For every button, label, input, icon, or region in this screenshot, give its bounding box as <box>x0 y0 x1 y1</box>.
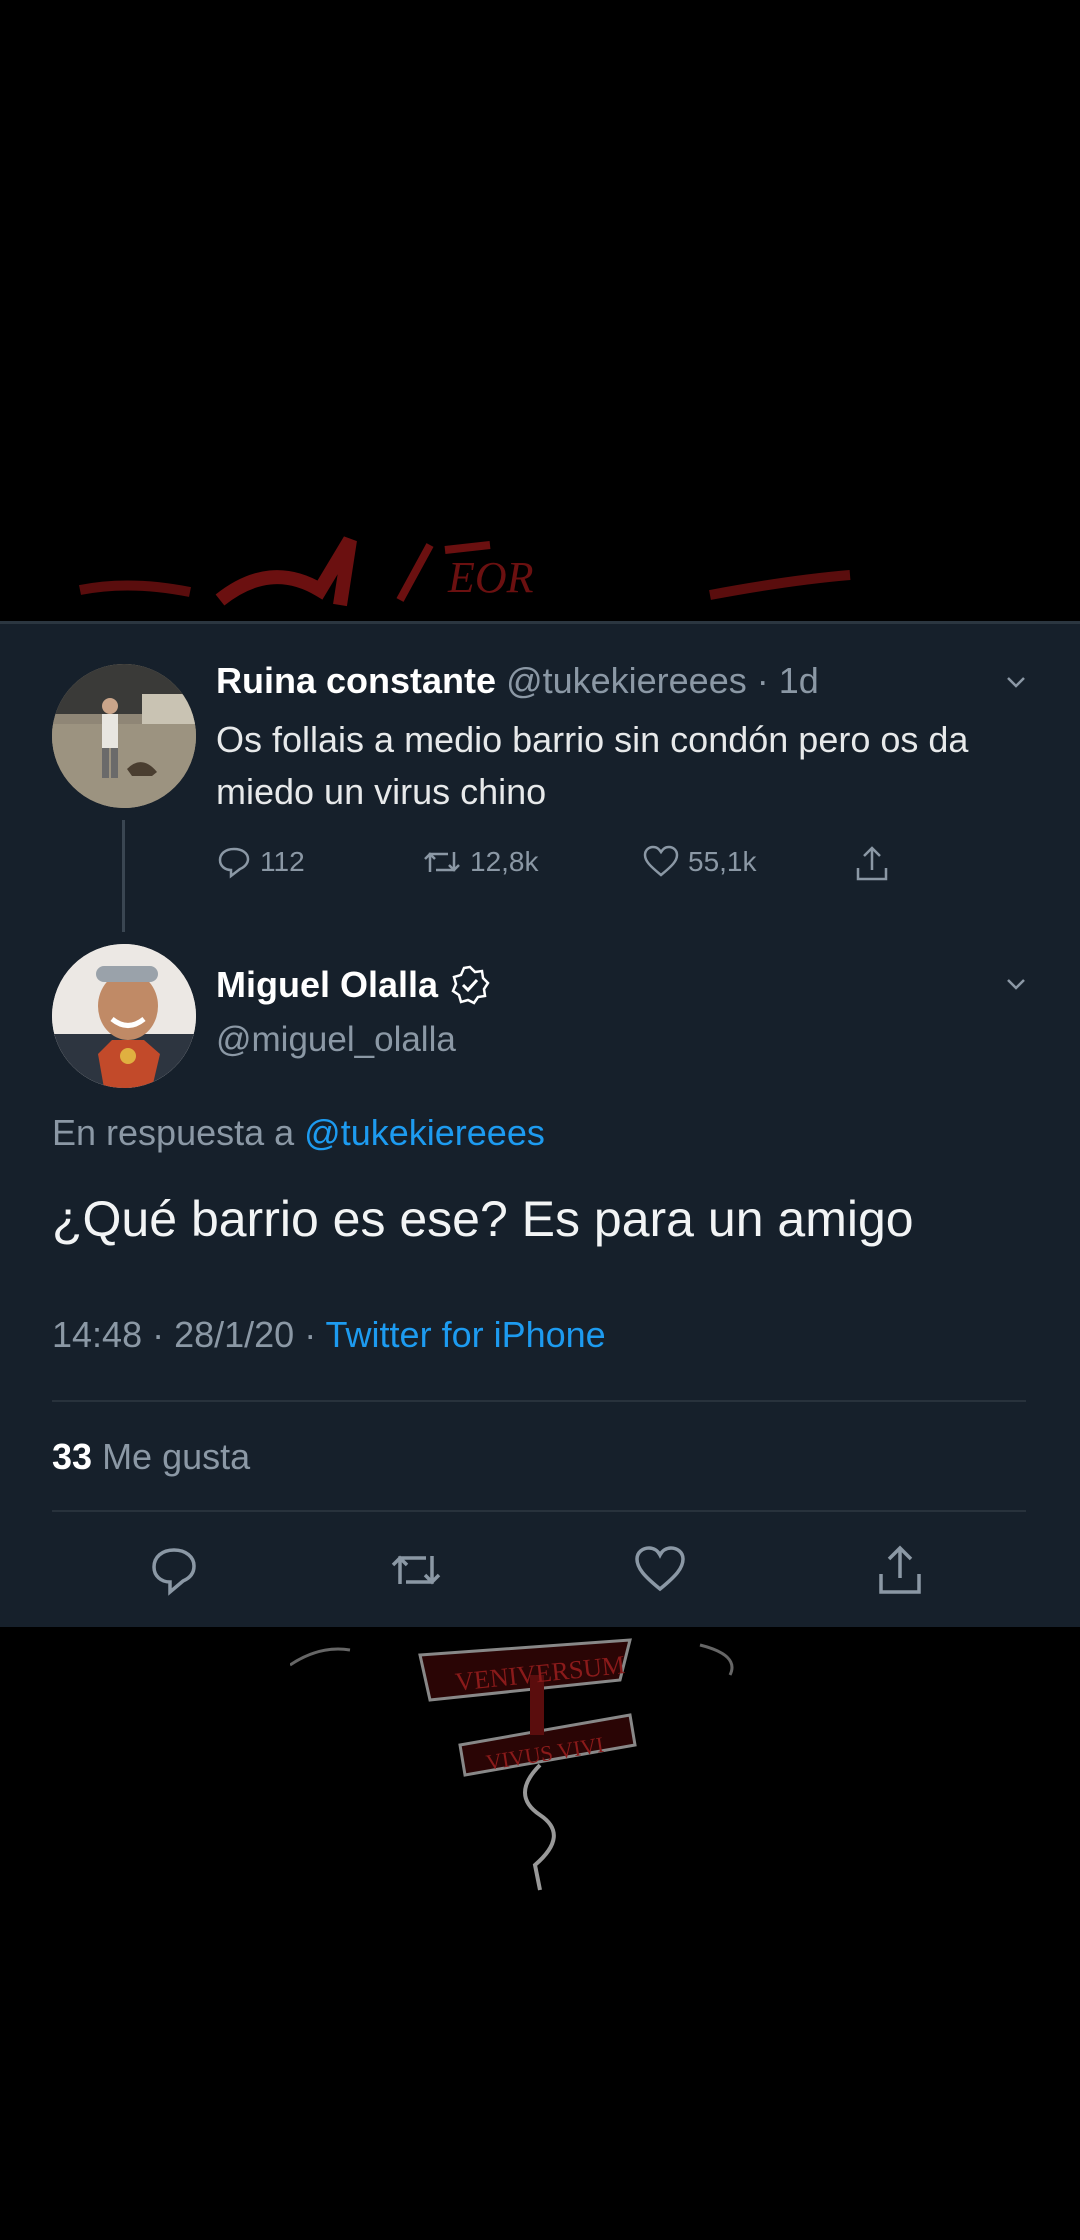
heart-icon <box>643 845 679 877</box>
reply-tweet-actions <box>0 1542 1080 1602</box>
reply-author-name-row: Miguel Olalla <box>216 964 490 1006</box>
retweet-count: 12,8k <box>470 846 539 877</box>
avatar-miguel-olalla[interactable] <box>52 944 196 1088</box>
reply-display-name[interactable]: Miguel Olalla <box>216 964 438 1006</box>
share-icon <box>856 846 888 881</box>
divider <box>52 1400 1026 1402</box>
original-tweet-actions: 112 12,8k 55,1k <box>216 844 916 888</box>
avatar-photo <box>52 944 196 1088</box>
tweet-timestamp: 14:48 · 28/1/20 · <box>52 1314 317 1355</box>
reply-button[interactable]: 112 <box>216 844 305 880</box>
svg-text:EOR: EOR <box>447 553 534 602</box>
heart-icon[interactable] <box>632 1542 688 1598</box>
retweet-button[interactable]: 12,8k <box>422 844 539 880</box>
background-red-artwork: EOR <box>79 536 851 607</box>
retweet-icon[interactable] <box>388 1542 444 1598</box>
chevron-down-icon[interactable] <box>1002 668 1030 696</box>
reply-icon <box>218 847 250 879</box>
share-button[interactable] <box>852 844 892 884</box>
avatar-ruina-constante[interactable] <box>52 664 196 808</box>
replying-to-line: En respuesta a @tukekiereees <box>52 1112 545 1154</box>
reply-icon[interactable] <box>146 1542 202 1598</box>
reply-tweet-text: ¿Qué barrio es ese? Es para un amigo <box>52 1191 914 1247</box>
reply-count: 112 <box>260 846 305 877</box>
like-count: 55,1k <box>688 846 757 877</box>
tweet-source-link[interactable]: Twitter for iPhone <box>326 1314 606 1355</box>
thread-connector-line <box>122 820 125 932</box>
original-time[interactable]: · 1d <box>757 660 819 701</box>
original-display-name[interactable]: Ruina constante <box>216 660 496 701</box>
replying-to-label: En respuesta a <box>52 1112 295 1153</box>
verified-badge-icon <box>451 965 490 1005</box>
likes-summary[interactable]: 33 Me gusta <box>52 1436 250 1478</box>
reply-handle[interactable]: @miguel_olalla <box>216 1020 456 1060</box>
retweet-icon <box>424 852 460 872</box>
avatar-photo <box>52 664 196 808</box>
tweet-card: Ruina constante @tukekiereees · 1d Os fo… <box>0 621 1080 1627</box>
chevron-down-icon[interactable] <box>1002 970 1030 998</box>
share-icon[interactable] <box>872 1542 928 1598</box>
divider <box>52 1510 1026 1512</box>
original-tweet-text: Os follais a medio barrio sin condón per… <box>216 719 969 812</box>
like-button[interactable]: 55,1k <box>642 844 757 880</box>
likes-label: Me gusta <box>102 1436 251 1477</box>
tweet-metadata: 14:48 · 28/1/20 · Twitter for iPhone <box>52 1314 606 1356</box>
original-tweet-header: Ruina constante @tukekiereees · 1d <box>216 660 819 702</box>
background-emblem: VENIVERSUM VIVUS VIVI <box>290 1638 734 1891</box>
original-handle[interactable]: @tukekiereees <box>506 660 747 701</box>
likes-count: 33 <box>52 1436 93 1477</box>
replying-to-handle-link[interactable]: @tukekiereees <box>304 1112 545 1153</box>
